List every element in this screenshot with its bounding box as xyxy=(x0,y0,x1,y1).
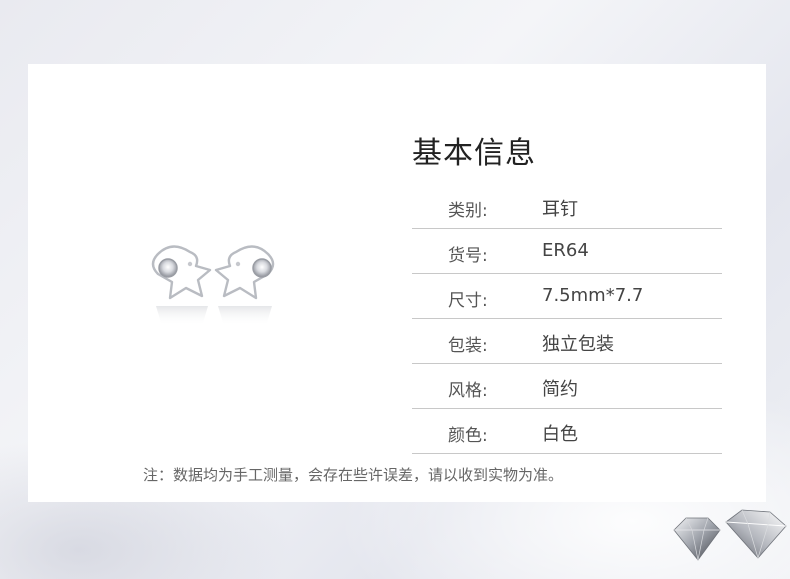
spec-row-color: 颜色: 白色 xyxy=(412,409,722,454)
spec-label: 风格: xyxy=(448,381,488,401)
spec-value: ER64 xyxy=(542,240,589,261)
spec-value: 独立包装 xyxy=(542,334,614,355)
spec-row-category: 类别: 耳钉 xyxy=(412,184,722,229)
diamond-left xyxy=(673,517,721,561)
spec-table: 类别: 耳钉 货号: ER64 尺寸: 7.5mm*7.7 包装: 独立包装 风… xyxy=(412,184,722,454)
spec-value: 简约 xyxy=(542,379,578,400)
spec-row-packaging: 包装: 独立包装 xyxy=(412,319,722,364)
spec-label: 货号: xyxy=(448,246,488,266)
diamond-right xyxy=(725,509,787,560)
spec-label: 类别: xyxy=(448,201,488,221)
spec-label: 尺寸: xyxy=(448,291,488,311)
spec-value: 白色 xyxy=(542,424,578,445)
spec-row-sku: 货号: ER64 xyxy=(412,229,722,274)
spec-label: 包装: xyxy=(448,336,488,356)
diamond-gems-image xyxy=(673,509,787,561)
section-title: 基本信息 xyxy=(412,136,536,171)
spec-value: 耳钉 xyxy=(542,199,578,220)
spec-value: 7.5mm*7.7 xyxy=(542,285,644,306)
measurement-note: 注：数据均为手工测量，会存在些许误差，请以收到实物为准。 xyxy=(143,466,564,484)
star-stud-earrings-image xyxy=(151,245,275,326)
spec-row-style: 风格: 简约 xyxy=(412,364,722,409)
spec-row-size: 尺寸: 7.5mm*7.7 xyxy=(412,274,722,319)
spec-label: 颜色: xyxy=(448,426,488,446)
